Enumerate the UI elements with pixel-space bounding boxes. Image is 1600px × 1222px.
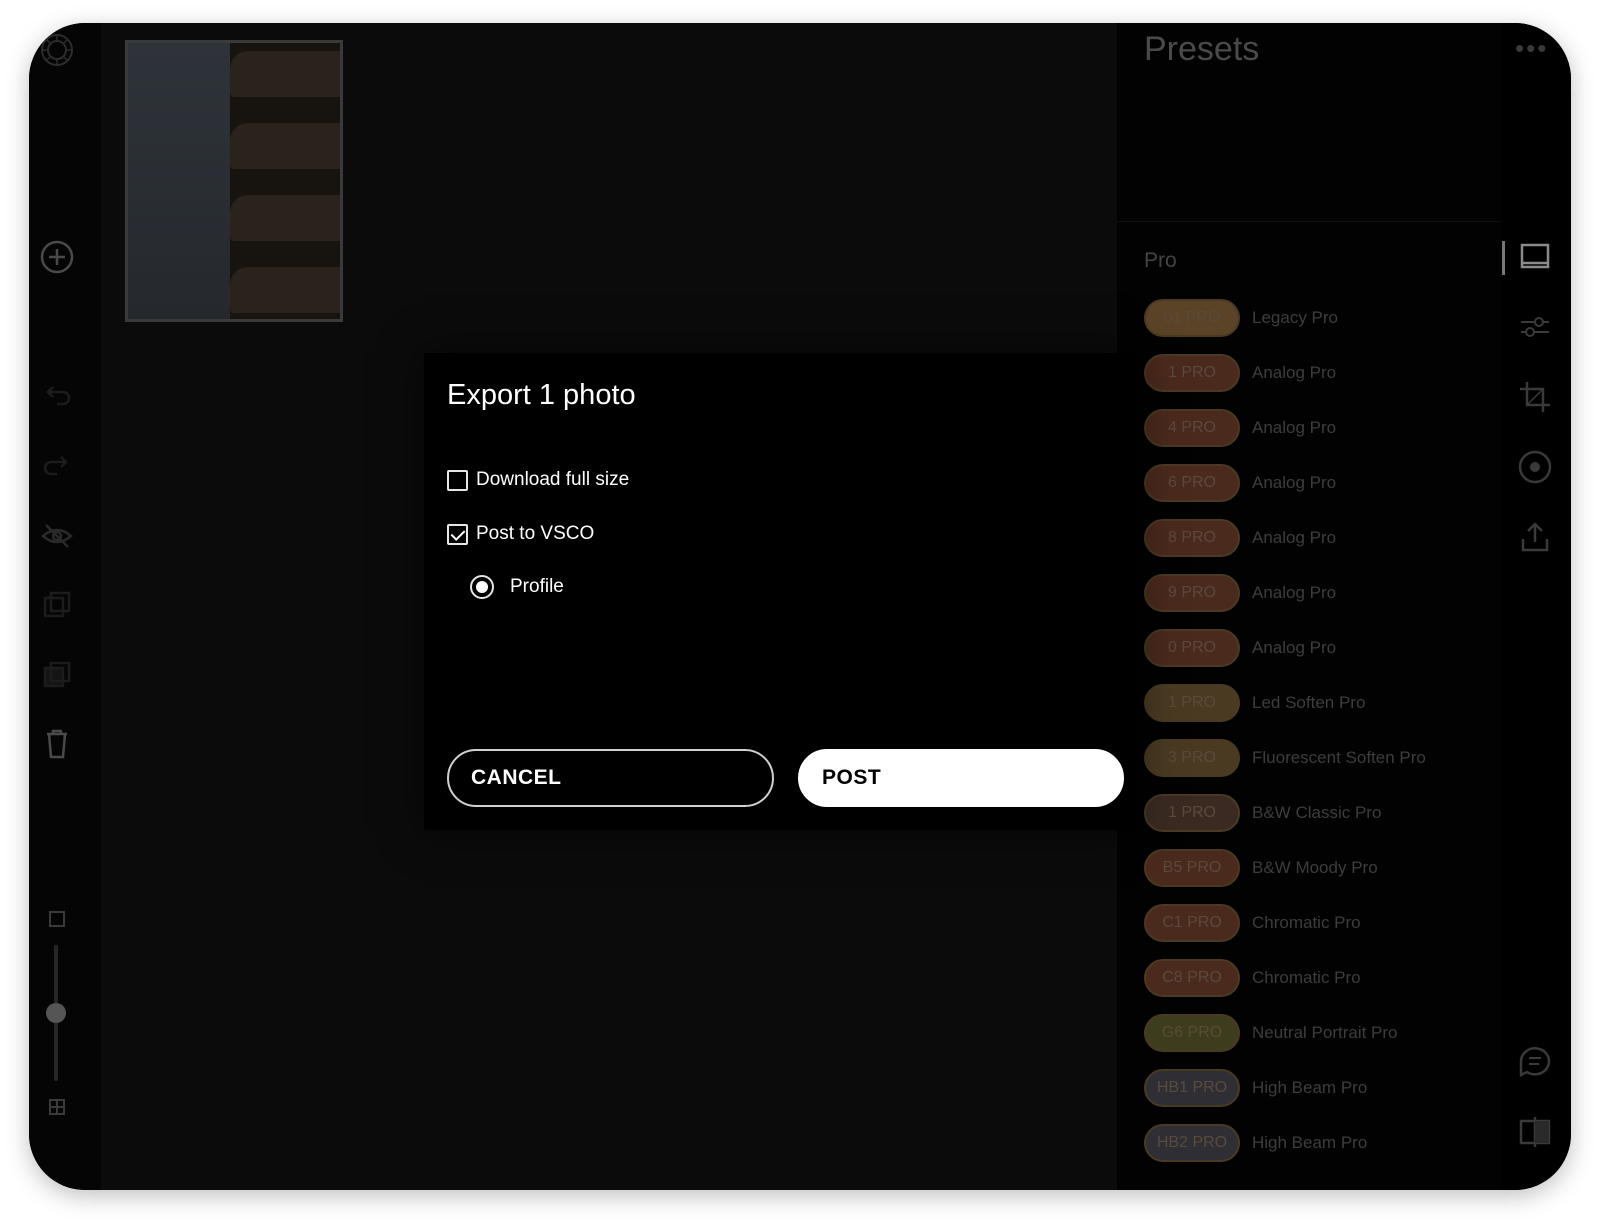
profile-label: Profile bbox=[510, 576, 564, 597]
balcony bbox=[230, 195, 340, 241]
presets-title: Presets bbox=[1144, 30, 1260, 68]
preset-name: Chromatic Pro bbox=[1252, 913, 1361, 932]
preset-row[interactable]: 9 PRO Analog Pro bbox=[1144, 574, 1336, 612]
preset-name: Neutral Portrait Pro bbox=[1252, 1023, 1398, 1042]
copy-edits-icon[interactable] bbox=[39, 588, 75, 624]
thumbnail-building bbox=[230, 43, 340, 319]
balcony bbox=[230, 267, 340, 313]
logo-icon[interactable] bbox=[39, 32, 75, 68]
balcony bbox=[230, 123, 340, 169]
preset-name: B&W Moody Pro bbox=[1252, 858, 1378, 877]
preset-badge[interactable]: 4 PRO bbox=[1144, 409, 1240, 447]
photo-thumbnail[interactable] bbox=[125, 40, 343, 322]
adjust-icon[interactable] bbox=[1517, 309, 1553, 345]
preset-badge[interactable]: C8 PRO bbox=[1144, 959, 1240, 997]
download-full-size-option[interactable]: Download full size bbox=[447, 469, 629, 491]
post-to-vsco-option[interactable]: Post to VSCO bbox=[447, 523, 594, 545]
circle-icon[interactable] bbox=[1517, 449, 1553, 485]
preset-badge[interactable]: 1 PRO bbox=[1144, 794, 1240, 832]
zoom-slider-knob[interactable] bbox=[46, 1003, 66, 1023]
undo-icon[interactable] bbox=[39, 378, 75, 414]
preset-name: Analog Pro bbox=[1252, 528, 1337, 547]
add-icon[interactable] bbox=[39, 239, 75, 275]
single-view-icon[interactable] bbox=[39, 901, 75, 937]
cancel-button[interactable]: CANCEL bbox=[447, 749, 774, 807]
dialog-title: Export 1 photo bbox=[447, 379, 636, 411]
preset-row[interactable]: HB1 PRO High Beam Pro bbox=[1144, 1069, 1367, 1107]
preset-row[interactable]: G6 PRO Neutral Portrait Pro bbox=[1144, 1014, 1398, 1052]
preset-name: B&W Classic Pro bbox=[1252, 803, 1382, 822]
preset-row[interactable]: 1 PRO Analog Pro bbox=[1144, 354, 1336, 392]
preset-badge[interactable]: 9 PRO bbox=[1144, 574, 1240, 612]
preset-row[interactable]: HB2 PRO High Beam Pro bbox=[1144, 1124, 1367, 1162]
preset-name: Legacy Pro bbox=[1252, 308, 1338, 327]
preset-name: Analog Pro bbox=[1252, 473, 1337, 492]
preset-badge[interactable]: 0 PRO bbox=[1144, 629, 1240, 667]
preset-name: Analog Pro bbox=[1252, 638, 1337, 657]
preset-badge[interactable]: G6 PRO bbox=[1144, 1014, 1240, 1052]
preset-badge[interactable]: 3 PRO bbox=[1144, 739, 1240, 777]
preset-row[interactable]: 1 PRO B&W Classic Pro bbox=[1144, 794, 1381, 832]
post-button[interactable]: POST bbox=[798, 749, 1124, 807]
preset-name: High Beam Pro bbox=[1252, 1133, 1368, 1152]
preset-row[interactable]: 0 PRO Analog Pro bbox=[1144, 629, 1336, 667]
compare-icon[interactable] bbox=[1517, 1113, 1553, 1149]
preset-name: Fluorescent Soften Pro bbox=[1252, 748, 1426, 767]
profile-radio[interactable] bbox=[470, 575, 494, 599]
preset-row[interactable]: 3 PRO Fluorescent Soften Pro bbox=[1144, 739, 1426, 777]
delete-icon[interactable] bbox=[39, 726, 75, 762]
download-full-size-label: Download full size bbox=[476, 469, 630, 490]
preset-row[interactable]: 4 PRO Analog Pro bbox=[1144, 409, 1336, 447]
preset-badge[interactable]: 1 PRO bbox=[1144, 354, 1240, 392]
more-icon[interactable]: ••• bbox=[1515, 33, 1548, 64]
preset-name: Chromatic Pro bbox=[1252, 968, 1361, 987]
preset-row[interactable]: C1 PRO Chromatic Pro bbox=[1144, 904, 1361, 942]
preset-badge[interactable]: 1 PRO bbox=[1144, 684, 1240, 722]
export-icon[interactable] bbox=[1517, 519, 1553, 555]
preset-name: Led Soften Pro bbox=[1252, 693, 1366, 712]
download-full-size-checkbox[interactable] bbox=[447, 469, 468, 491]
crop-icon[interactable] bbox=[1517, 379, 1553, 415]
preset-badge[interactable]: 6 PRO bbox=[1144, 464, 1240, 502]
preset-row[interactable]: 1 PRO Led Soften Pro bbox=[1144, 684, 1365, 722]
preset-row[interactable]: C8 PRO Chromatic Pro bbox=[1144, 959, 1361, 997]
preset-name: Analog Pro bbox=[1252, 363, 1337, 382]
left-toolbar bbox=[29, 23, 101, 1190]
preset-badge[interactable]: HB1 PRO bbox=[1144, 1069, 1240, 1107]
redo-icon[interactable] bbox=[39, 448, 75, 484]
app-window: Presets Pro 01 PRO Legacy Pro 1 PRO Analog … bbox=[29, 23, 1571, 1190]
right-toolbar: ••• bbox=[1501, 23, 1571, 1190]
preset-badge[interactable]: C1 PRO bbox=[1144, 904, 1240, 942]
frame-icon[interactable] bbox=[1517, 239, 1553, 275]
preset-name: High Beam Pro bbox=[1252, 1078, 1368, 1097]
export-dialog: Export 1 photo Download full size Post t… bbox=[424, 353, 1134, 830]
preset-badge[interactable]: 01 PRO bbox=[1144, 299, 1240, 337]
paste-edits-icon[interactable] bbox=[39, 658, 75, 694]
preset-name: Analog Pro bbox=[1252, 583, 1337, 602]
preset-row[interactable]: 6 PRO Analog Pro bbox=[1144, 464, 1336, 502]
profile-option[interactable]: Profile bbox=[470, 575, 564, 599]
hide-icon[interactable] bbox=[39, 518, 75, 554]
balcony bbox=[230, 51, 340, 97]
post-to-vsco-label: Post to VSCO bbox=[476, 523, 595, 544]
preset-badge[interactable]: HB2 PRO bbox=[1144, 1124, 1240, 1162]
divider bbox=[1117, 221, 1501, 222]
preset-row[interactable]: B5 PRO B&W Moody Pro bbox=[1144, 849, 1378, 887]
zoom-slider[interactable] bbox=[46, 945, 66, 1081]
post-to-vsco-checkbox[interactable] bbox=[447, 523, 468, 545]
preset-name: Analog Pro bbox=[1252, 418, 1337, 437]
presets-panel: Presets Pro 01 PRO Legacy Pro 1 PRO Analog … bbox=[1117, 23, 1501, 1190]
active-tool-indicator bbox=[1502, 241, 1505, 275]
preset-row[interactable]: 8 PRO Analog Pro bbox=[1144, 519, 1336, 557]
chat-icon[interactable] bbox=[1517, 1043, 1553, 1079]
grid-view-icon[interactable] bbox=[39, 1089, 75, 1125]
preset-badge[interactable]: 8 PRO bbox=[1144, 519, 1240, 557]
preset-row[interactable]: 01 PRO Legacy Pro bbox=[1144, 299, 1338, 337]
preset-badge[interactable]: B5 PRO bbox=[1144, 849, 1240, 887]
presets-section-label: Pro bbox=[1144, 249, 1177, 272]
